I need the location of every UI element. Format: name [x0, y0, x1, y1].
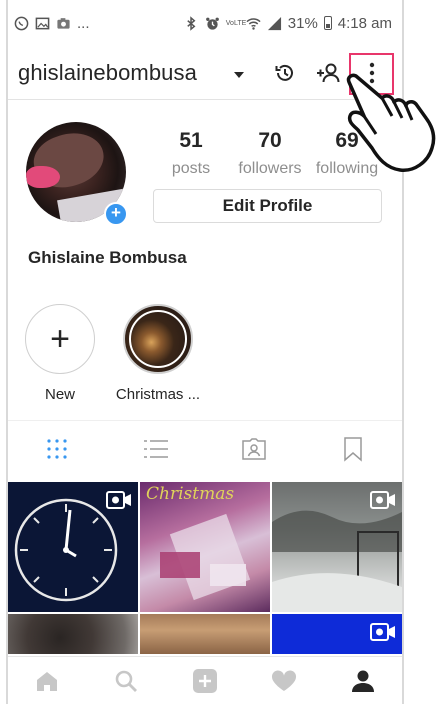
- post-blue-video[interactable]: [272, 614, 402, 654]
- alarm-clock-icon: [205, 17, 219, 30]
- posts-count: 51: [179, 129, 203, 152]
- nav-new-post[interactable]: [185, 661, 225, 701]
- post-hair-photo[interactable]: [8, 614, 138, 654]
- followers-label: followers: [238, 160, 302, 177]
- add-post-icon: [192, 668, 217, 693]
- nav-activity[interactable]: [264, 661, 304, 701]
- gallery-icon: [35, 17, 50, 29]
- wifi-icon: [246, 17, 261, 30]
- new-highlight-button[interactable]: +: [25, 304, 95, 374]
- tagged-icon: [242, 437, 266, 460]
- camera-icon: [57, 17, 70, 29]
- tab-saved[interactable]: [304, 421, 403, 477]
- add-story-plus-icon[interactable]: +: [104, 202, 128, 226]
- profile-view-tabs: [8, 420, 402, 476]
- edit-profile-button[interactable]: Edit Profile: [153, 189, 382, 223]
- signal-icon: [267, 16, 281, 30]
- discover-people-icon[interactable]: [314, 58, 344, 88]
- nav-search[interactable]: [106, 661, 146, 701]
- video-camera-icon: [106, 491, 131, 509]
- post-clock-video[interactable]: [8, 482, 138, 612]
- battery-icon: [323, 16, 332, 30]
- pointing-hand-cursor-icon: [346, 73, 436, 172]
- plus-icon: +: [50, 320, 70, 358]
- profile-full-name: Ghislaine Bombusa: [28, 248, 187, 267]
- battery-percent: 31%: [287, 14, 318, 32]
- status-bar: ... VoLTE 31% 4:18 am: [8, 8, 402, 38]
- highlight-label-new: New: [44, 386, 75, 403]
- phone-frame: ... VoLTE 31% 4:18 am ghislainebombusa +…: [0, 0, 441, 704]
- posts-label: posts: [171, 160, 211, 177]
- nav-profile[interactable]: [343, 661, 383, 701]
- highlight-christmas[interactable]: [123, 304, 193, 374]
- whatsapp-icon: [14, 16, 29, 30]
- nav-home[interactable]: [27, 661, 67, 701]
- followers-count: 70: [258, 129, 282, 152]
- saved-icon: [344, 436, 362, 462]
- highlight-label-christmas: Christmas ...: [115, 386, 201, 403]
- post-christmas-photo[interactable]: Christmas: [140, 482, 270, 612]
- post-snowy-garden-video[interactable]: [272, 482, 402, 612]
- tab-tagged[interactable]: [205, 421, 304, 477]
- avatar-photo-bow: [26, 166, 60, 188]
- post-selfie-photo[interactable]: [140, 614, 270, 654]
- stat-posts[interactable]: 51 posts: [166, 128, 216, 180]
- status-left: ...: [14, 15, 90, 32]
- bluetooth-icon: [187, 15, 196, 31]
- video-camera-icon: [370, 623, 395, 641]
- archive-history-icon[interactable]: [270, 58, 300, 88]
- video-camera-icon: [370, 491, 395, 509]
- status-right: VoLTE 31% 4:18 am: [184, 15, 392, 32]
- search-icon: [115, 670, 138, 692]
- status-overflow-dots: ...: [77, 14, 90, 32]
- tab-grid[interactable]: [8, 421, 107, 477]
- status-time: 4:18 am: [337, 14, 392, 32]
- heart-icon: [271, 669, 296, 691]
- christmas-caption-overlay: Christmas: [146, 484, 235, 504]
- stat-followers[interactable]: 70 followers: [228, 128, 312, 180]
- list-view-icon: [143, 439, 168, 458]
- grid-view-icon: [47, 438, 67, 459]
- profile-username[interactable]: ghislainebombusa: [18, 60, 197, 86]
- dropdown-caret-icon[interactable]: [234, 72, 244, 78]
- bottom-navigation: [8, 656, 402, 704]
- home-icon: [37, 671, 58, 691]
- highlight-ring: [129, 310, 187, 368]
- profile-icon: [351, 670, 374, 692]
- volte-label: VoLTE: [225, 19, 247, 27]
- tab-list[interactable]: [107, 421, 206, 477]
- posts-grid: Christmas: [8, 482, 402, 654]
